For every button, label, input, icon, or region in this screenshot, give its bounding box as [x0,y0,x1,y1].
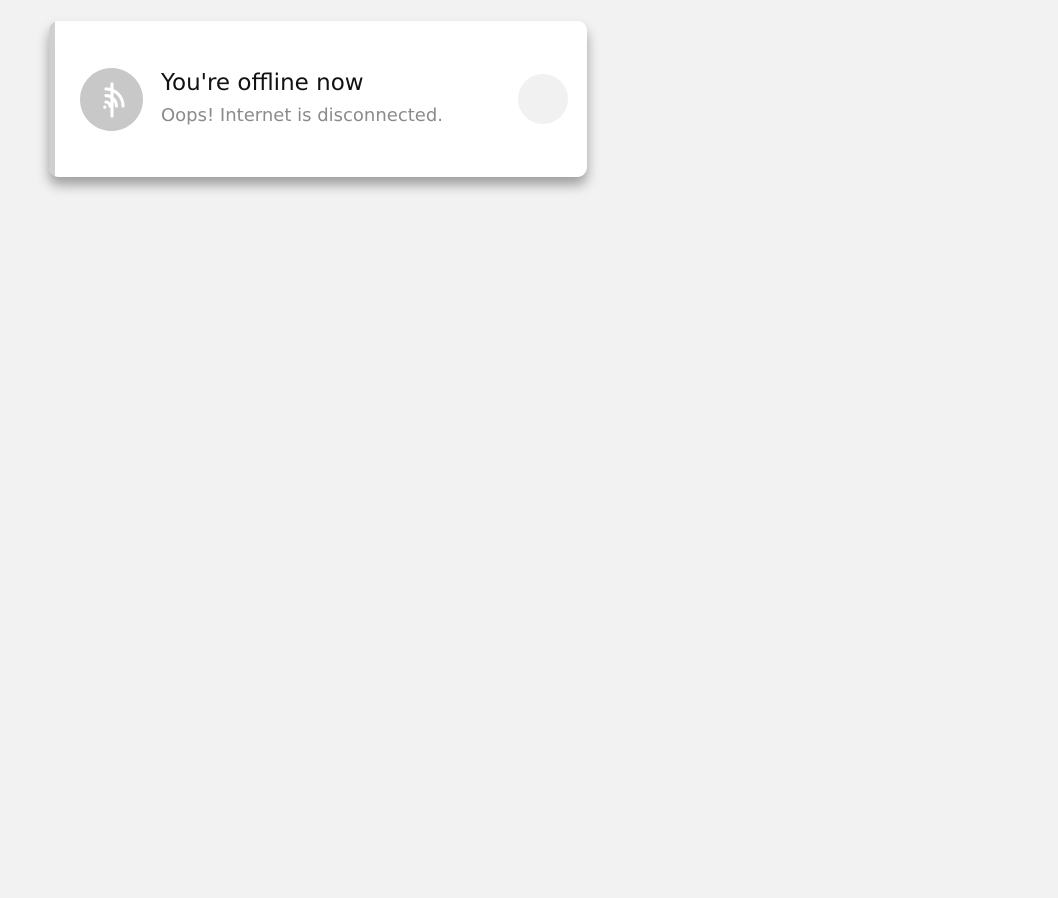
offline-toast: You're offline now Oops! Internet is dis… [49,21,587,177]
toast-message: Oops! Internet is disconnected. [161,105,443,126]
toast-accent-bar [49,21,55,177]
toast-content: You're offline now Oops! Internet is dis… [161,69,501,127]
toast-title: You're offline now [161,70,364,96]
wifi-off-icon [80,68,143,131]
close-button[interactable] [518,74,568,124]
